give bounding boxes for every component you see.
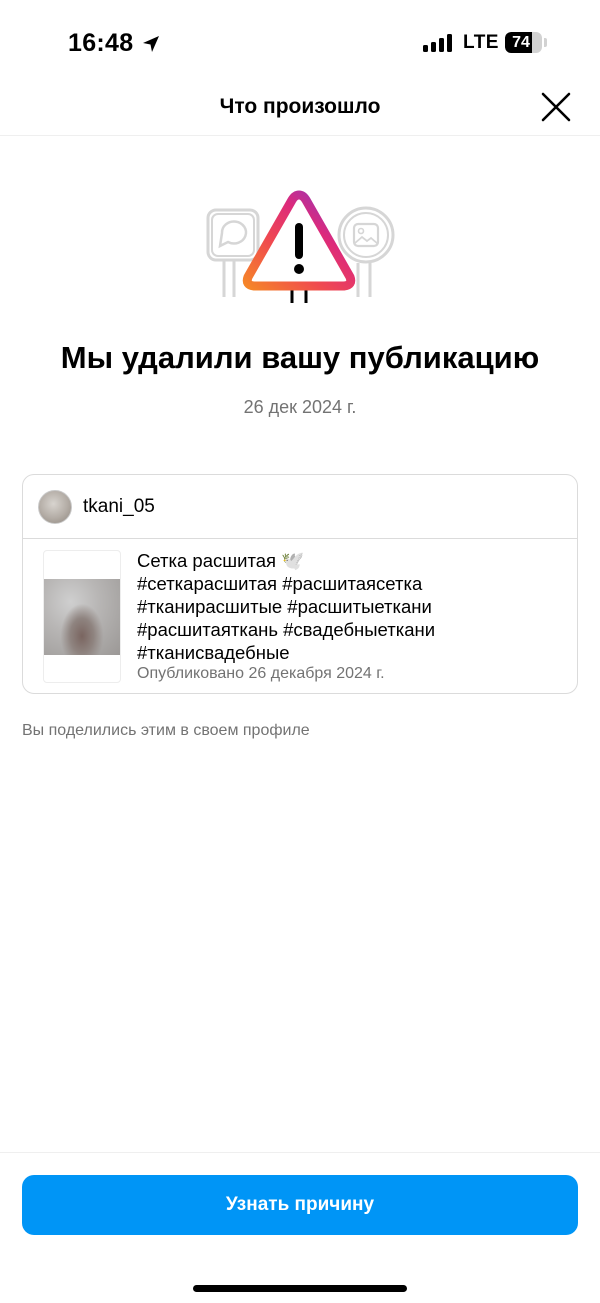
- battery-tip: [544, 38, 547, 47]
- shared-note: Вы поделились этим в своем профиле: [22, 722, 310, 739]
- username: tkani_05: [83, 495, 155, 517]
- caption-line: Сетка расшитая 🕊️: [137, 550, 305, 571]
- warning-triangle-icon: [206, 190, 395, 303]
- status-time: 16:48: [68, 29, 161, 58]
- status-time-label: 16:48: [68, 29, 134, 57]
- network-type: LTE: [463, 32, 499, 53]
- headline: Мы удалили вашу публикацию: [60, 340, 540, 375]
- avatar: [38, 489, 72, 524]
- post-card[interactable]: tkani_05 Сетка расшитая 🕊️ #сеткарасшита…: [22, 474, 578, 694]
- divider: [0, 1152, 600, 1153]
- battery-percent: 74: [512, 34, 530, 51]
- learn-reason-button[interactable]: Узнать причину: [22, 1175, 578, 1235]
- published-date: Опубликовано 26 декабря 2024 г.: [137, 665, 385, 682]
- battery-icon: 74: [505, 32, 542, 53]
- post-thumbnail: [43, 550, 121, 683]
- post-caption: Сетка расшитая 🕊️ #сеткарасшитая #расшит…: [137, 549, 435, 664]
- location-arrow-icon: [143, 35, 160, 52]
- caption-line: #расшитаяткань #свадебныеткани: [137, 619, 436, 640]
- caption-line: #тканирасшитые #расшитыеткани: [137, 596, 432, 617]
- page-title: Что произошло: [219, 95, 381, 118]
- post-card-body: Сетка расшитая 🕊️ #сеткарасшитая #расшит…: [23, 539, 577, 694]
- post-card-header: tkani_05: [23, 475, 577, 539]
- hero-illustration: [0, 185, 600, 310]
- signal-strength-icon: [423, 34, 452, 52]
- caption-line: #тканисвадебные: [137, 642, 290, 663]
- home-indicator: [193, 1285, 407, 1292]
- post-image: [44, 579, 120, 655]
- status-bar: 16:48 LTE 74: [0, 0, 600, 88]
- caption-line: #сеткарасшитая #расшитаясетка: [137, 573, 423, 594]
- close-icon[interactable]: [538, 89, 574, 125]
- removal-date: 26 дек 2024 г.: [243, 397, 357, 417]
- header: Что произошло: [0, 80, 600, 136]
